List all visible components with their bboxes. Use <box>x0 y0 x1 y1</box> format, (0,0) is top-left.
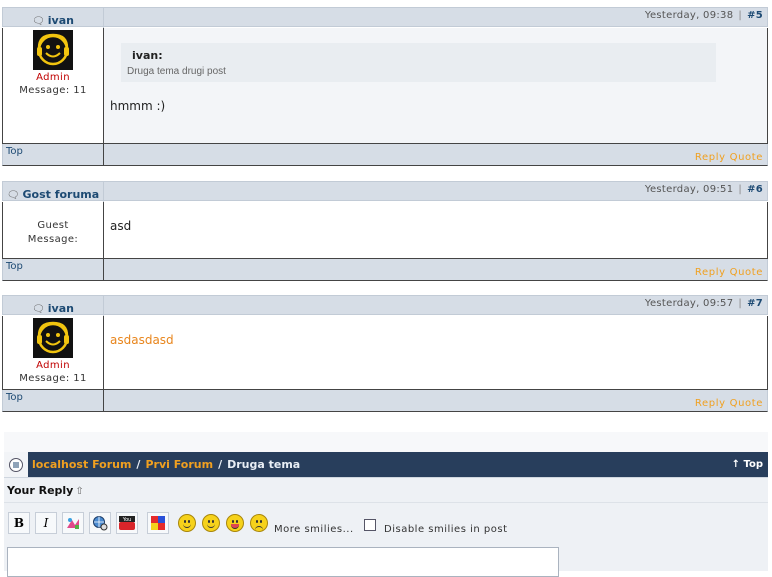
avatar <box>33 30 73 70</box>
post-footer: Top Reply Quote <box>2 259 768 281</box>
spacer-bar <box>4 432 768 452</box>
pm-icon[interactable]: 🗨 <box>7 190 20 201</box>
link-button[interactable] <box>89 512 111 534</box>
italic-button[interactable]: I <box>35 512 57 534</box>
svg-text:You: You <box>122 517 132 523</box>
post-number-link[interactable]: #5 <box>747 10 763 21</box>
wink-icon[interactable] <box>202 514 220 532</box>
post-author[interactable]: 🗨 ivan <box>3 296 104 316</box>
post-number-link[interactable]: #7 <box>747 298 763 309</box>
breadcrumb-bar: localhost Forum / Prvi Forum / Druga tema ↑ … <box>4 452 768 477</box>
reply-box: Your Reply ⇧ B I You More smilies... Disa… <box>4 477 768 577</box>
collapse-icon[interactable]: ⇧ <box>75 486 83 497</box>
post-footer: Top Reply Quote <box>2 390 768 412</box>
author-name[interactable]: Gost foruma <box>22 188 99 201</box>
top-link[interactable]: ↑ Top <box>732 459 763 470</box>
youtube-icon: You <box>119 516 135 530</box>
post-date: Yesterday, 09:51 | #6 <box>644 184 763 195</box>
color-button[interactable] <box>147 512 169 534</box>
post-header: 🗨 Gost foruma Yesterday, 09:51 | #6 <box>2 181 768 202</box>
quote-block: ivan: Druga tema drugi post <box>121 43 716 82</box>
post-author[interactable]: 🗨 ivan <box>3 8 104 28</box>
user-role: Admin <box>36 72 70 83</box>
author-info: Guest Message: <box>3 202 104 258</box>
message-count: Message: <box>27 234 79 245</box>
post-date: Yesterday, 09:38 | #5 <box>644 10 763 21</box>
reply-button[interactable]: Reply <box>695 152 726 163</box>
pm-icon[interactable]: 🗨 <box>32 16 45 27</box>
globe-link-icon <box>93 516 108 531</box>
top-link[interactable]: Top <box>3 390 104 412</box>
reply-button[interactable]: Reply <box>695 398 726 409</box>
user-role: Guest <box>37 220 69 231</box>
post-content: asdasdasd <box>104 316 767 389</box>
message-count: Message: 11 <box>19 373 87 384</box>
post-author[interactable]: 🗨 Gost foruma <box>3 182 104 202</box>
sad-icon[interactable] <box>250 514 268 532</box>
smile-icon[interactable] <box>178 514 196 532</box>
disable-smilies-checkbox[interactable] <box>364 519 376 531</box>
disable-smilies-label: Disable smilies in post <box>384 524 508 535</box>
author-name[interactable]: ivan <box>48 14 74 27</box>
quote-button[interactable]: Quote <box>730 267 763 278</box>
tongue-icon[interactable] <box>226 514 244 532</box>
post-footer: Top Reply Quote <box>2 144 768 166</box>
top-link[interactable]: Top <box>3 259 104 281</box>
post-body: asdasdasd <box>110 333 174 347</box>
top-link[interactable]: Top <box>3 144 104 166</box>
post-content: ivan: Druga tema drugi post hmmm :) <box>104 28 767 143</box>
post-header: 🗨 ivan Yesterday, 09:57 | #7 <box>2 295 768 316</box>
post-content: asd <box>104 202 767 258</box>
author-info: Admin Message: 11 <box>3 316 104 389</box>
post-date: Yesterday, 09:57 | #7 <box>644 298 763 309</box>
reply-title: Your Reply ⇧ <box>7 484 84 497</box>
message-count: Message: 11 <box>19 85 87 96</box>
post-number-link[interactable]: #6 <box>747 184 763 195</box>
quote-button[interactable]: Quote <box>730 398 763 409</box>
reply-button[interactable]: Reply <box>695 267 726 278</box>
forum-icon <box>4 452 28 477</box>
pm-icon[interactable]: 🗨 <box>32 304 45 315</box>
breadcrumb-forum-link[interactable]: localhost Forum <box>32 458 131 471</box>
author-name[interactable]: ivan <box>48 302 74 315</box>
post-body: asd <box>110 219 132 233</box>
quote-button[interactable]: Quote <box>730 152 763 163</box>
youtube-button[interactable]: You <box>116 512 138 534</box>
image-icon <box>67 518 79 529</box>
breadcrumb-topic: Druga tema <box>227 458 301 471</box>
more-smilies-link[interactable]: More smilies... <box>274 524 354 535</box>
post-body: hmmm :) <box>110 99 166 113</box>
breadcrumb: localhost Forum / Prvi Forum / Druga tema <box>32 458 301 471</box>
user-role: Admin <box>36 360 70 371</box>
author-info: Admin Message: 11 <box>3 28 104 143</box>
post-header: 🗨 ivan Yesterday, 09:38 | #5 <box>2 7 768 28</box>
breadcrumb-subforum-link[interactable]: Prvi Forum <box>145 458 213 471</box>
bold-button[interactable]: B <box>8 512 30 534</box>
avatar <box>33 318 73 358</box>
image-button[interactable] <box>62 512 84 534</box>
reply-textarea[interactable] <box>7 547 559 577</box>
color-palette-icon <box>151 516 165 530</box>
